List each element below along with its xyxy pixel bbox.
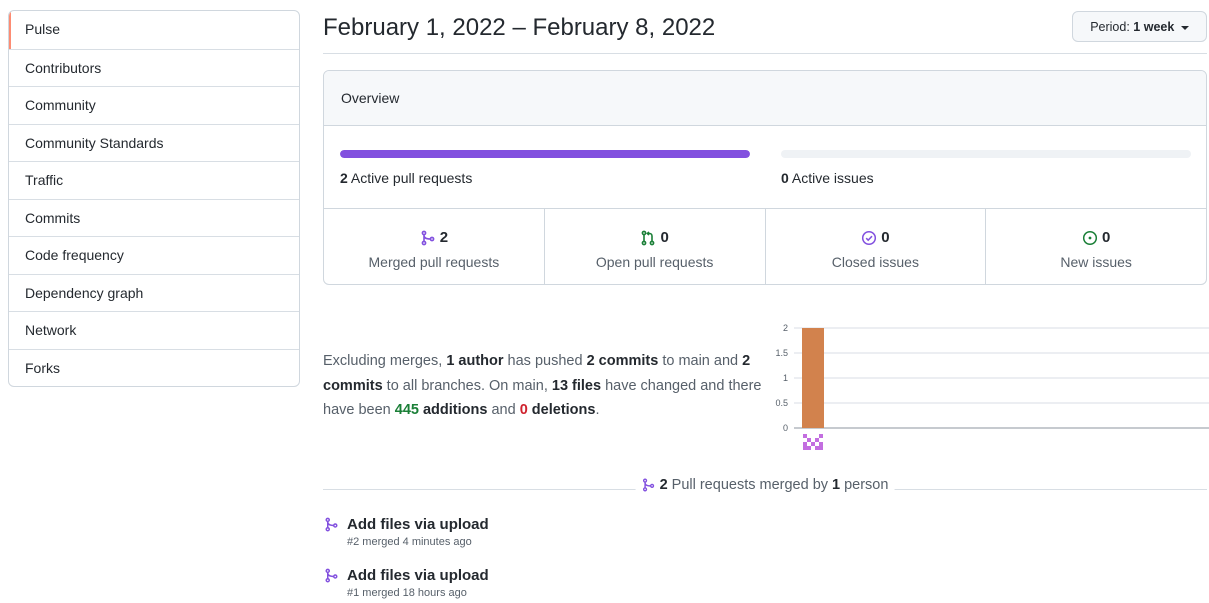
overview-title: Overview — [324, 71, 1206, 126]
overview-bars: 2 Active pull requests 0 Active issues — [324, 126, 1206, 209]
list-item: Add files via upload #1 merged 18 hours … — [324, 567, 489, 599]
sidebar-item-code-frequency[interactable]: Code frequency — [9, 236, 299, 274]
merged-pull-requests-label: Merged pull requests — [368, 253, 500, 270]
closed-issues-label: Closed issues — [831, 253, 919, 270]
chart-bar[interactable] — [802, 328, 824, 428]
stat-merged-pull-requests[interactable]: 2 Merged pull requests — [324, 209, 544, 284]
new-issues-count: 0 — [1101, 229, 1111, 246]
sidebar-item-network[interactable]: Network — [9, 311, 299, 349]
y-tick-label: 2 — [783, 323, 788, 333]
y-tick-label: 0.5 — [775, 398, 788, 408]
merged-text: Pull requests merged by — [671, 477, 829, 493]
y-tick-label: 1.5 — [775, 348, 788, 358]
stat-open-pull-requests[interactable]: 0 Open pull requests — [543, 209, 765, 284]
summary-text: and — [487, 402, 520, 418]
sidebar-item-contributors[interactable]: Contributors — [9, 48, 299, 87]
issue-closed-icon — [862, 230, 877, 245]
new-issues-label: New issues — [1060, 253, 1132, 270]
summary-commits-main[interactable]: 2 commits — [587, 353, 659, 369]
summary-additions-word: additions — [418, 402, 488, 418]
open-pull-requests-label: Open pull requests — [595, 253, 714, 270]
summary-deletions-count: 0 — [519, 402, 528, 418]
closed-issues-count: 0 — [881, 229, 890, 246]
merged-text: person — [844, 477, 889, 493]
period-label: Period: — [1090, 20, 1130, 34]
sidebar-item-commits[interactable]: Commits — [9, 198, 299, 237]
y-tick-label: 0 — [783, 423, 788, 433]
active-pull-requests-caption[interactable]: 2 Active pull requests — [340, 170, 472, 186]
list-item: Add files via upload #2 merged 4 minutes… — [324, 516, 489, 548]
sidebar-item-community[interactable]: Community — [9, 86, 299, 124]
sidebar-item-traffic[interactable]: Traffic — [9, 161, 299, 199]
summary-text: has pushed — [503, 353, 587, 369]
sidebar-item-dependency-graph[interactable]: Dependency graph — [9, 273, 299, 312]
commit-summary: Excluding merges, 1 author has pushed 2 … — [323, 349, 771, 423]
pr-title: Add files via upload — [347, 516, 489, 533]
summary-text: . — [595, 402, 600, 418]
issues-progress-bar[interactable] — [781, 150, 1191, 158]
merged-people-count: 1 — [832, 477, 841, 493]
active-issues-caption[interactable]: 0 Active issues — [781, 170, 874, 186]
issue-opened-icon — [1082, 230, 1098, 245]
summary-text: Excluding merges, — [323, 353, 447, 369]
active-issues-count: 0 — [781, 170, 789, 186]
git-merge-icon — [325, 568, 338, 583]
caret-down-icon — [1180, 25, 1189, 30]
merged-pull-requests-heading: 2 Pull requests merged by 1 person — [635, 477, 895, 493]
merged-pull-requests-divider: 2 Pull requests merged by 1 person — [323, 476, 1207, 498]
pr-title-link[interactable]: Add files via upload — [324, 516, 489, 533]
summary-files[interactable]: 13 files — [552, 378, 601, 394]
stat-closed-issues[interactable]: 0 Closed issues — [764, 209, 986, 284]
active-pull-requests-text: Active pull requests — [350, 170, 473, 186]
pr-title: Add files via upload — [347, 567, 489, 584]
active-issues-text: Active issues — [791, 170, 874, 186]
pr-meta: #1 merged 18 hours ago — [347, 587, 467, 599]
git-pull-request-icon — [642, 230, 655, 245]
summary-deletions-word: deletions — [527, 402, 596, 418]
period-dropdown-button[interactable]: Period: 1 week — [1072, 11, 1207, 42]
overview-panel: Overview 2 Active pull requests 0 Active… — [323, 70, 1207, 285]
page-title: February 1, 2022 – February 8, 2022 — [323, 14, 716, 41]
active-pull-requests-count: 2 — [340, 170, 348, 186]
contributor-avatar[interactable] — [803, 434, 823, 450]
header-divider — [323, 53, 1207, 54]
repo-insights-sidebar: Pulse Contributors Community Community S… — [8, 10, 300, 387]
pull-requests-progress-bar[interactable] — [340, 150, 750, 158]
merged-pull-requests-count: 2 — [439, 229, 449, 246]
summary-text: to main and — [658, 353, 743, 369]
period-value: 1 week — [1133, 20, 1175, 34]
merged-count: 2 — [659, 477, 668, 493]
sidebar-item-pulse[interactable]: Pulse — [9, 11, 299, 49]
stat-new-issues[interactable]: 0 New issues — [985, 209, 1206, 284]
open-pull-requests-count: 0 — [660, 229, 669, 246]
pull-requests-progress-fill — [340, 150, 750, 158]
summary-authors[interactable]: 1 author — [446, 353, 503, 369]
git-merge-icon — [642, 478, 655, 492]
summary-additions-count: 445 — [394, 402, 419, 418]
summary-text: to all branches. On main, — [382, 377, 552, 394]
y-tick-label: 1 — [783, 373, 788, 383]
sidebar-item-community-standards[interactable]: Community Standards — [9, 123, 299, 162]
git-merge-icon — [421, 230, 435, 245]
overview-stats: 2 Merged pull requests 0 Open pull reque… — [324, 209, 1206, 284]
pr-title-link[interactable]: Add files via upload — [324, 567, 489, 584]
sidebar-item-forks[interactable]: Forks — [9, 348, 299, 387]
pr-meta: #2 merged 4 minutes ago — [347, 536, 472, 548]
git-merge-icon — [325, 517, 338, 532]
contributors-commit-chart: 0 0.5 1 1.5 2 — [775, 323, 1209, 450]
